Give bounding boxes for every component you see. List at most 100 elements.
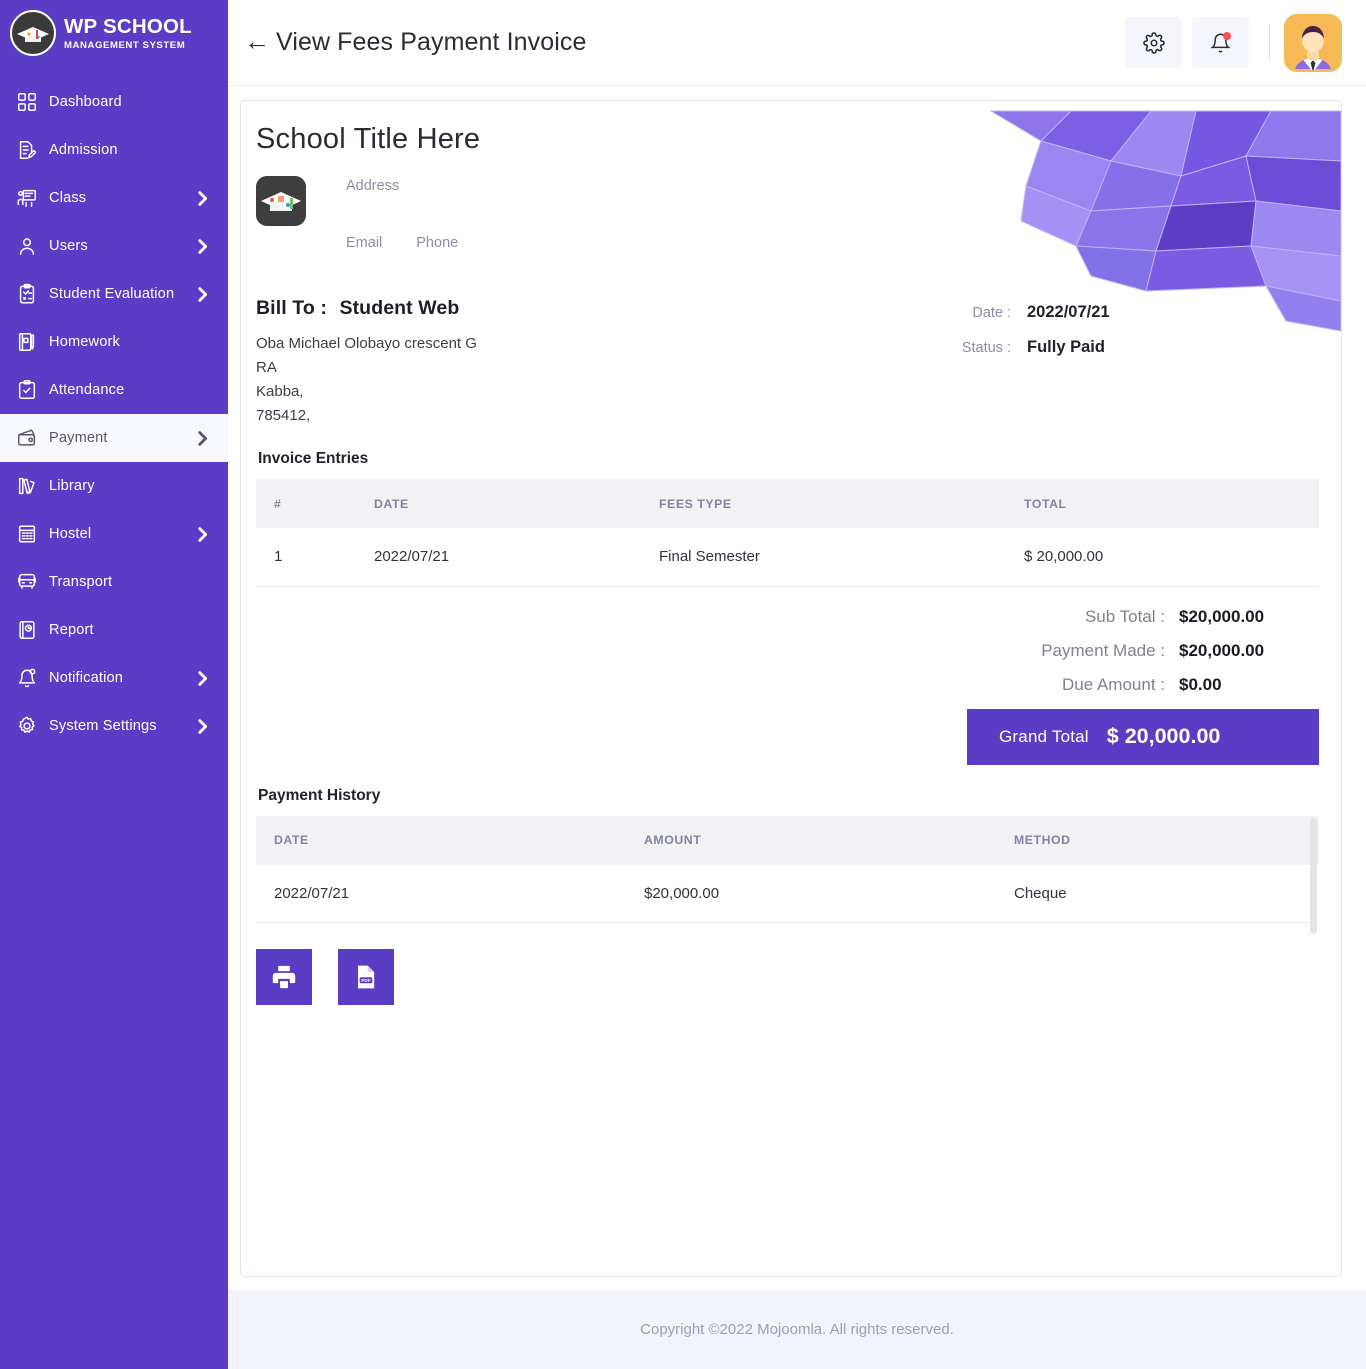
- bill-to-heading: Bill To : Student Web: [256, 297, 949, 320]
- payment-history-heading: Payment History: [258, 786, 381, 804]
- user-icon: [14, 234, 40, 258]
- grand-total-label: Grand Total: [999, 726, 1089, 746]
- sidebar-item-notification[interactable]: Notification: [0, 654, 228, 702]
- user-avatar-icon: [1284, 13, 1342, 72]
- total-label: Payment Made :: [1041, 640, 1165, 660]
- invoice-date-row: Date : 2022/07/21: [949, 303, 1319, 322]
- footer-copyright: Copyright ©2022 Mojoomla. All rights res…: [640, 1321, 954, 1338]
- print-button[interactable]: [256, 949, 312, 1005]
- column-header: METHOD: [996, 815, 1319, 865]
- bill-to-address-line: 785412,: [256, 407, 311, 424]
- footer: Copyright ©2022 Mojoomla. All rights res…: [228, 1290, 1366, 1369]
- table-header-row: # DATE FEES TYPE TOTAL: [256, 479, 1319, 528]
- payment-history-table: DATE AMOUNT METHOD 2022/07/21 $20,000.00 Che…: [256, 815, 1319, 923]
- org-address: Address: [346, 178, 400, 194]
- sidebar-item-users[interactable]: Users: [0, 222, 228, 270]
- total-row: Due Amount : $0.00: [967, 675, 1319, 695]
- payment-history-wrap: DATE AMOUNT METHOD 2022/07/21 $20,000.00 Che…: [256, 815, 1319, 934]
- invoice-date-value: 2022/07/21: [1027, 303, 1110, 321]
- bill-to-address-line: Kabba,: [256, 383, 304, 400]
- sidebar-item-label: System Settings: [49, 718, 157, 734]
- school-logo-icon: [256, 176, 306, 226]
- sidebar-item-hostel[interactable]: Hostel: [0, 510, 228, 558]
- sidebar-item-label: Transport: [49, 574, 113, 590]
- organization-row: Address Email Phone: [256, 170, 1319, 251]
- sidebar-item-label: Report: [49, 622, 94, 638]
- sidebar-item-label: Hostel: [49, 526, 92, 542]
- bill-and-meta-row: Bill To : Student Web Oba Michael Olobay…: [256, 297, 1319, 428]
- clipboard-check-icon: [14, 282, 40, 306]
- organization-meta: Address Email Phone: [346, 170, 458, 251]
- document-edit-icon: [14, 138, 40, 162]
- org-email: Email: [346, 235, 383, 251]
- sidebar-item-dashboard[interactable]: Dashboard: [0, 78, 228, 126]
- grand-total-bar: Grand Total $ 20,000.00: [967, 708, 1319, 765]
- sidebar-item-transport[interactable]: Transport: [0, 558, 228, 606]
- column-header: DATE: [356, 479, 641, 528]
- chevron-right-icon: [197, 670, 210, 686]
- classroom-icon: [14, 186, 40, 210]
- topbar: ← View Fees Payment Invoice: [228, 0, 1366, 86]
- download-pdf-button[interactable]: PDF: [338, 949, 394, 1005]
- bill-to-label: Bill To :: [256, 297, 327, 319]
- sidebar-item-label: Notification: [49, 670, 123, 686]
- bill-to-block: Bill To : Student Web Oba Michael Olobay…: [256, 297, 949, 428]
- school-logo-svg: [256, 176, 306, 226]
- sidebar-item-label: Homework: [49, 334, 120, 350]
- settings-button[interactable]: [1125, 17, 1182, 68]
- chevron-right-icon: [197, 238, 210, 254]
- payment-history-body: 2022/07/21 $20,000.00 Cheque: [256, 864, 1319, 923]
- sidebar-item-label: Dashboard: [49, 94, 122, 110]
- sidebar-item-payment[interactable]: Payment: [0, 414, 228, 462]
- sidebar-item-library[interactable]: Library: [0, 462, 228, 510]
- sidebar-item-report[interactable]: Report: [0, 606, 228, 654]
- brand-title: WP SCHOOL: [64, 15, 192, 39]
- total-row: Sub Total : $20,000.00: [967, 607, 1319, 627]
- sidebar-item-admission[interactable]: Admission: [0, 126, 228, 174]
- sidebar-item-attendance[interactable]: Attendance: [0, 366, 228, 414]
- sidebar-item-label: Student Evaluation: [49, 286, 175, 302]
- invoice-entries-table: # DATE FEES TYPE TOTAL 1 2022/07/21 Final Sem…: [256, 479, 1319, 587]
- sidebar-item-label: Payment: [49, 430, 108, 446]
- main-area: ← View Fees Payment Invoice School Title…: [228, 0, 1366, 1369]
- invoice-meta-block: Date : 2022/07/21 Status : Fully Paid: [949, 297, 1319, 428]
- table-row: 2022/07/21 $20,000.00 Cheque: [256, 864, 1319, 923]
- sidebar-item-student-evaluation[interactable]: Student Evaluation: [0, 270, 228, 318]
- sidebar-item-label: Attendance: [49, 382, 125, 398]
- sidebar-nav: Dashboard Admission Class Users Student Eval…: [0, 78, 228, 750]
- cap-svg: [17, 26, 49, 42]
- sidebar-item-system-settings[interactable]: System Settings: [0, 702, 228, 750]
- total-label: Due Amount :: [1061, 674, 1165, 694]
- bell-icon: [14, 666, 40, 690]
- brand-subtitle: MANAGEMENT SYSTEM: [64, 39, 186, 51]
- sidebar-item-class[interactable]: Class: [0, 174, 228, 222]
- invoice-status-row: Status : Fully Paid: [949, 338, 1319, 357]
- chevron-right-icon: [197, 718, 210, 734]
- wallet-icon: [14, 426, 40, 450]
- invoice-card: School Title Here Address Email Phone Bi…: [240, 100, 1342, 1277]
- sidebar-item-homework[interactable]: Homework: [0, 318, 228, 366]
- table-cell: 2022/07/21: [256, 864, 626, 923]
- invoice-date-label: Date :: [972, 305, 1011, 321]
- checklist-icon: [14, 378, 40, 402]
- bill-to-name: Student Web: [339, 297, 460, 319]
- notifications-button[interactable]: [1192, 17, 1249, 68]
- payment-history-scrollbar[interactable]: [1310, 817, 1317, 934]
- avatar[interactable]: [1284, 13, 1342, 72]
- total-label: Sub Total :: [1084, 606, 1165, 626]
- brand-logo-block[interactable]: WP SCHOOL MANAGEMENT SYSTEM: [0, 0, 228, 68]
- totals-inner: Sub Total : $20,000.00 Payment Made : $20,0…: [967, 607, 1319, 765]
- table-cell: 2022/07/21: [356, 528, 641, 587]
- invoice-inner: School Title Here Address Email Phone Bi…: [241, 101, 1341, 1005]
- topbar-divider: [1269, 24, 1270, 61]
- total-value: $20,000.00: [1179, 606, 1265, 626]
- table-cell: $20,000.00: [626, 864, 996, 923]
- back-arrow-icon[interactable]: ←: [244, 28, 270, 57]
- payment-history-head: DATE AMOUNT METHOD: [256, 815, 1319, 865]
- bill-to-address-line: RA: [256, 359, 277, 376]
- brand-text: WP SCHOOL MANAGEMENT SYSTEM: [64, 15, 192, 50]
- gear-icon: [1142, 31, 1165, 54]
- printer-icon: [272, 965, 296, 989]
- table-cell: Cheque: [996, 864, 1319, 923]
- building-icon: [14, 522, 40, 546]
